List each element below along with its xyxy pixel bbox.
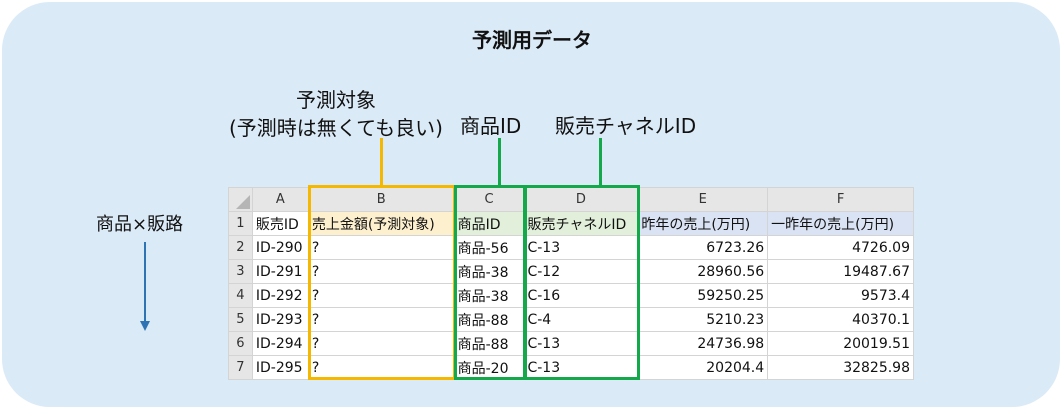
cell-sales-id[interactable]: ID-291 bbox=[251, 259, 309, 284]
cell-last-year-sales[interactable]: 6723.26 bbox=[637, 235, 769, 260]
row-number[interactable]: 7 bbox=[228, 355, 253, 380]
product-id-label: 商品ID bbox=[460, 114, 522, 138]
diagram-title: 予測用データ bbox=[472, 28, 592, 52]
cell-two-years-ago-sales[interactable]: 4726.09 bbox=[767, 235, 914, 260]
cell-sales-id[interactable]: ID-294 bbox=[251, 331, 309, 356]
cell-last-year-sales[interactable]: 5210.23 bbox=[637, 307, 769, 332]
cell-last-year-sales[interactable]: 28960.56 bbox=[637, 259, 769, 284]
target-connector-line bbox=[380, 138, 383, 188]
down-arrow-line bbox=[144, 242, 146, 322]
product-id-column-highlight bbox=[454, 185, 526, 380]
target-label: 予測対象 (予測時は無くても良い) bbox=[220, 86, 452, 142]
cell-last-year-sales[interactable]: 59250.25 bbox=[637, 283, 769, 308]
cell-last-year-sales[interactable]: 24736.98 bbox=[637, 331, 769, 356]
cell-two-years-ago-sales[interactable]: 40370.1 bbox=[767, 307, 914, 332]
row-number[interactable]: 3 bbox=[228, 259, 253, 284]
row-number[interactable]: 2 bbox=[228, 235, 253, 260]
header-cell-last-year-sales[interactable]: 昨年の売上(万円) bbox=[637, 211, 769, 236]
row-axis-label: 商品×販路 bbox=[96, 214, 184, 235]
row-number[interactable]: 5 bbox=[228, 307, 253, 332]
cell-sales-id[interactable]: ID-290 bbox=[251, 235, 309, 260]
column-header-a[interactable]: A bbox=[251, 187, 309, 212]
target-label-line1: 予測対象 bbox=[296, 88, 376, 112]
channel-id-label: 販売チャネルID bbox=[555, 114, 697, 138]
cell-last-year-sales[interactable]: 20204.4 bbox=[637, 355, 769, 380]
row-number[interactable]: 1 bbox=[228, 211, 253, 236]
cell-two-years-ago-sales[interactable]: 32825.98 bbox=[767, 355, 914, 380]
header-cell-two-years-ago-sales[interactable]: 一昨年の売上(万円) bbox=[767, 211, 914, 236]
row-number[interactable]: 6 bbox=[228, 331, 253, 356]
target-label-line2: (予測時は無くても良い) bbox=[228, 116, 443, 140]
cell-two-years-ago-sales[interactable]: 20019.51 bbox=[767, 331, 914, 356]
target-column-highlight bbox=[308, 185, 456, 380]
cell-two-years-ago-sales[interactable]: 9573.4 bbox=[767, 283, 914, 308]
product-connector-line bbox=[498, 138, 501, 188]
column-header-e[interactable]: E bbox=[637, 187, 769, 212]
cell-sales-id[interactable]: ID-293 bbox=[251, 307, 309, 332]
select-all-corner[interactable] bbox=[228, 187, 253, 212]
row-number[interactable]: 4 bbox=[228, 283, 253, 308]
cell-two-years-ago-sales[interactable]: 19487.67 bbox=[767, 259, 914, 284]
cell-sales-id[interactable]: ID-292 bbox=[251, 283, 309, 308]
down-arrow-icon bbox=[140, 321, 150, 331]
channel-connector-line bbox=[599, 138, 602, 188]
channel-id-column-highlight bbox=[524, 185, 640, 380]
cell-sales-id[interactable]: ID-295 bbox=[251, 355, 309, 380]
column-header-f[interactable]: F bbox=[767, 187, 914, 212]
header-cell-sales-id[interactable]: 販売ID bbox=[251, 211, 309, 236]
